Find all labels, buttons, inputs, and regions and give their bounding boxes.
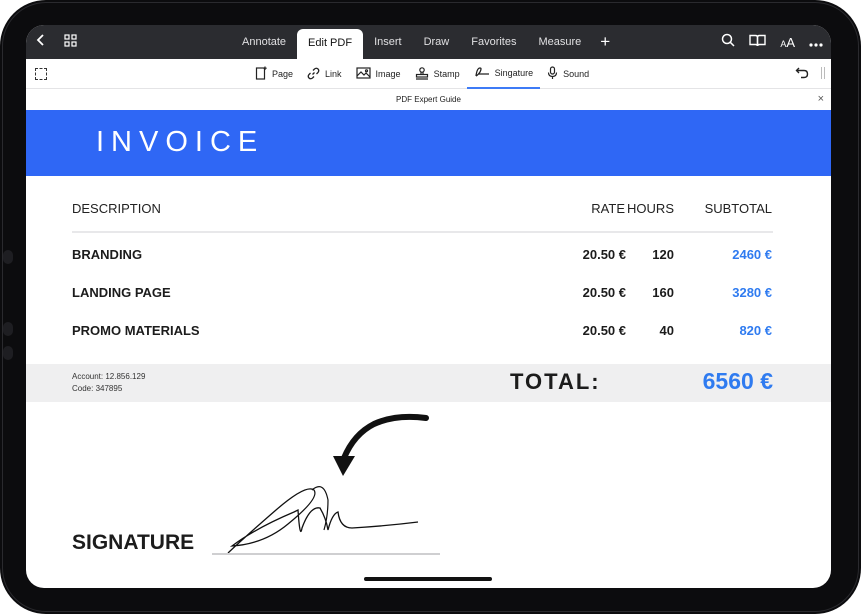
column-subtotal: SUBTOTAL xyxy=(704,201,772,216)
tool-sound[interactable]: Sound xyxy=(540,59,596,89)
image-icon xyxy=(355,67,371,81)
row-description: LANDING PAGE xyxy=(72,285,171,300)
total-label: TOTAL: xyxy=(510,369,601,394)
text-size-large-a: A xyxy=(786,35,795,50)
toolbar-grip[interactable] xyxy=(821,67,825,79)
signature-label: SIGNATURE xyxy=(72,531,195,554)
invoice-heading: INVOICE xyxy=(96,126,265,158)
tool-signature-label: Singature xyxy=(494,68,534,78)
tool-stamp[interactable]: Stamp xyxy=(408,59,467,89)
table-row: LANDING PAGE 20.50 € 160 3280 € xyxy=(72,285,772,305)
side-button xyxy=(3,346,13,360)
total-value: 6560 € xyxy=(702,368,773,394)
tool-page-label: Page xyxy=(272,69,294,79)
page-icon xyxy=(255,66,267,82)
column-rate: RATE xyxy=(591,201,625,216)
table-row: PROMO MATERIALS 20.50 € 40 820 € xyxy=(72,323,772,343)
invoice-banner: INVOICE xyxy=(26,110,831,176)
search-icon[interactable] xyxy=(721,33,735,52)
signature-drawing[interactable] xyxy=(216,410,436,560)
tool-stamp-label: Stamp xyxy=(433,69,460,79)
signature-line xyxy=(212,553,440,555)
row-subtotal: 2460 € xyxy=(732,247,772,262)
ipad-frame: Annotate Edit PDF Insert Draw Favorites … xyxy=(0,0,861,614)
text-size-icon[interactable]: AA xyxy=(780,35,795,50)
arrow-icon xyxy=(341,413,429,461)
column-hours: HOURS xyxy=(627,201,674,216)
row-subtotal: 820 € xyxy=(739,323,772,338)
account-number: Account: 12.856.129 xyxy=(72,372,146,381)
tool-link[interactable]: Link xyxy=(300,59,349,89)
book-icon[interactable] xyxy=(749,34,767,52)
tool-page[interactable]: Page xyxy=(248,59,300,89)
row-hours: 120 xyxy=(652,247,674,262)
tool-image-label: Image xyxy=(375,69,401,79)
tool-sound-label: Sound xyxy=(563,69,590,79)
select-area-icon[interactable] xyxy=(35,68,47,80)
row-description: PROMO MATERIALS xyxy=(72,323,200,338)
account-info: Account: 12.856.129 Code: 347895 xyxy=(72,371,145,395)
stamp-icon xyxy=(415,66,429,82)
row-hours: 160 xyxy=(652,285,674,300)
row-rate: 20.50 € xyxy=(582,285,626,300)
undo-icon[interactable] xyxy=(795,65,809,84)
tool-signature[interactable]: Singature xyxy=(466,59,541,89)
more-icon[interactable] xyxy=(809,34,823,52)
document-title-bar: PDF Expert Guide × xyxy=(26,89,831,110)
column-description: DESCRIPTION xyxy=(72,201,161,216)
table-row: BRANDING 20.50 € 120 2460 € xyxy=(72,247,772,267)
signature-stroke xyxy=(227,488,419,554)
total-section: Account: 12.856.129 Code: 347895 TOTAL: … xyxy=(26,364,831,402)
side-button xyxy=(3,250,13,264)
back-chevron-icon[interactable] xyxy=(36,33,46,52)
link-icon xyxy=(307,67,320,82)
add-tab-button[interactable]: + xyxy=(592,25,618,59)
grid-icon[interactable] xyxy=(64,33,77,52)
document-title: PDF Expert Guide xyxy=(396,95,461,104)
close-document-icon[interactable]: × xyxy=(818,89,824,110)
row-rate: 20.50 € xyxy=(582,247,626,262)
tool-link-label: Link xyxy=(325,69,342,79)
tab-insert[interactable]: Insert xyxy=(363,25,413,59)
tab-edit-pdf[interactable]: Edit PDF xyxy=(297,29,364,59)
tab-annotate[interactable]: Annotate xyxy=(231,25,297,59)
row-subtotal: 3280 € xyxy=(732,285,772,300)
top-toolbar: Annotate Edit PDF Insert Draw Favorites … xyxy=(26,25,831,59)
signature-icon xyxy=(474,66,490,80)
row-description: BRANDING xyxy=(72,247,143,262)
side-button xyxy=(3,322,13,336)
tab-draw[interactable]: Draw xyxy=(413,25,461,59)
tab-favorites[interactable]: Favorites xyxy=(460,25,527,59)
tab-bar: Annotate Edit PDF Insert Draw Favorites … xyxy=(231,25,618,59)
table-header: DESCRIPTION RATE HOURS SUBTOTAL xyxy=(72,201,772,231)
tool-image[interactable]: Image xyxy=(349,59,408,89)
edit-tools-bar: Page Link Image Stamp Singature Sound xyxy=(26,59,831,89)
row-hours: 40 xyxy=(659,323,674,338)
row-rate: 20.50 € xyxy=(582,323,626,338)
header-divider xyxy=(72,231,773,233)
home-indicator[interactable] xyxy=(364,577,492,581)
microphone-icon xyxy=(547,66,558,82)
arrow-head-icon xyxy=(333,456,355,476)
tab-measure[interactable]: Measure xyxy=(528,25,593,59)
screen: Annotate Edit PDF Insert Draw Favorites … xyxy=(26,25,831,588)
account-code: Code: 347895 xyxy=(72,384,123,393)
